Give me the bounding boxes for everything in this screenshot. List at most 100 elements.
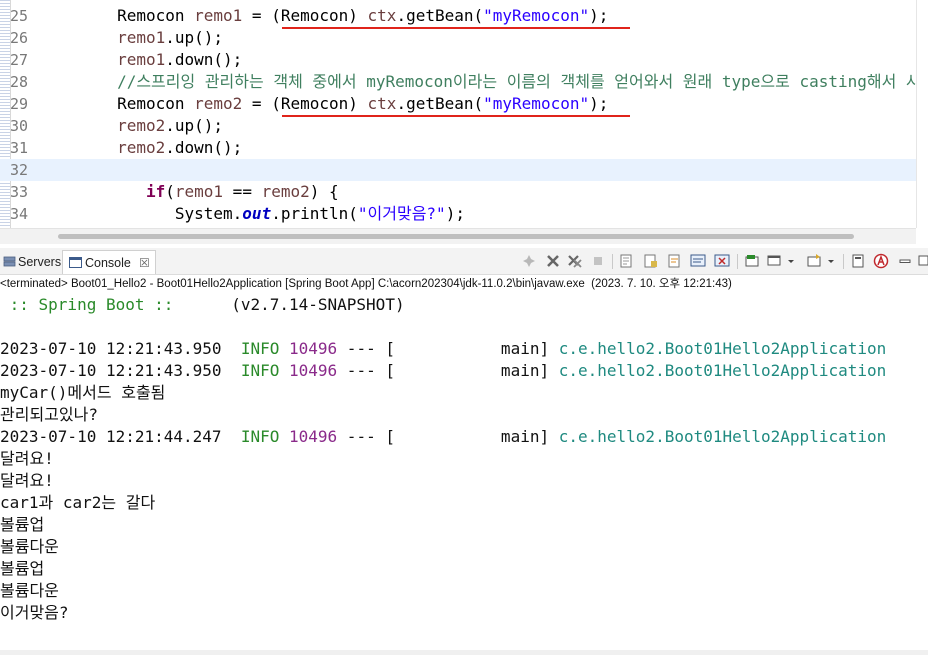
console-token: 볼륨업 [0,515,45,534]
code-text: remo1.up(); [40,27,223,49]
close-icon[interactable]: ☒ [139,251,150,275]
code-line[interactable]: 29 Remocon remo2 = (Remocon) ctx.getBean… [0,93,916,115]
show-on-output-icon[interactable] [690,253,706,269]
console-token: 관리되고있나? [0,405,98,424]
scroll-lock-icon[interactable] [643,253,659,269]
code-token: = (Remocon) [242,94,368,113]
editor-vertical-scrollbar[interactable] [916,0,928,228]
code-line[interactable]: 25 Remocon remo1 = (Remocon) ctx.getBean… [0,5,916,27]
console-token: myCar()메서드 호출됨 [0,383,166,402]
line-number: 29 [10,95,29,113]
console-token: 달려요! [0,449,54,468]
code-token: .getBean( [396,94,484,113]
code-token: Remocon [40,6,195,25]
code-text: remo1.down(); [40,49,242,71]
console-line: 볼륨업 [0,514,44,536]
console-line: 볼륨업 [0,558,44,580]
console-token: 10496 [289,361,338,380]
code-line[interactable]: 31 remo2.down(); [0,137,916,159]
code-line[interactable]: 32 [0,159,916,181]
code-line[interactable]: 27 remo1.down(); [0,49,916,71]
console-line: :: Spring Boot :: (v2.7.14-SNAPSHOT) [0,294,405,316]
remove-launch-icon[interactable] [545,253,561,269]
annotation-underline-1 [282,27,630,29]
console-line: 달려요! [0,448,54,470]
line-number: 28 [10,73,29,91]
tab-servers-label: Servers [18,255,62,269]
remove-all-terminated-icon[interactable] [567,253,583,269]
code-token: //스프리잉 관리하는 객체 중에서 myRemocon이라는 이름의 객체를 … [40,72,928,91]
console-token: 2023-07-10 12:21:44.247 [0,427,241,446]
console-token: INFO [240,427,280,446]
console-token: c.e.hello2.Boot01Hello2Application [558,427,887,446]
code-text: Remocon remo2 = (Remocon) ctx.getBean("m… [40,93,608,115]
console-token: (v2.7.14-SNAPSHOT) [173,295,405,314]
tab-servers[interactable]: Servers [0,250,62,274]
console-token: 2023-07-10 12:21:43.950 [0,339,241,358]
code-text: remo2.up(); [40,115,223,137]
servers-icon [3,256,16,267]
code-token: = (Remocon) [242,6,368,25]
tab-console[interactable]: Console ☒ [62,250,156,274]
code-line[interactable]: 33 if(remo1 == remo2) { [0,181,916,203]
editor-horizontal-scrollbar[interactable] [0,228,916,244]
show-on-error-icon[interactable] [714,253,730,269]
code-token: remo2 [117,116,166,135]
display-console-icon[interactable] [766,253,782,269]
bottom-edge [0,650,928,655]
chevron-down-icon[interactable] [826,253,836,269]
clear-console-icon[interactable] [619,253,635,269]
minimize-icon[interactable] [897,253,913,269]
console-token: 볼륨업 [0,559,45,578]
code-token: remo2 [117,138,166,157]
code-token: remo2 [261,182,310,201]
code-line[interactable]: 26 remo1.up(); [0,27,916,49]
code-token: ); [445,204,465,223]
code-token: if [145,182,166,201]
code-token: ); [589,6,609,25]
code-editor[interactable]: 25 Remocon remo1 = (Remocon) ctx.getBean… [0,0,928,244]
line-number: 32 [10,161,29,179]
console-token: 2023-07-10 12:21:43.950 [0,361,241,380]
stop-icon[interactable] [590,253,606,269]
console-token: 달려요! [0,471,54,490]
console-token: INFO [240,339,280,358]
console-token: car1과 car2는 갈다 [0,493,156,512]
copy-icon[interactable] [851,253,867,269]
console-view-tabbar: Servers Console ☒ [0,248,928,275]
console-line: 관리되고있나? [0,404,98,426]
code-line[interactable]: 30 remo2.up(); [0,115,916,137]
console-token: INFO [240,361,280,380]
code-text: //스프리잉 관리하는 객체 중에서 myRemocon이라는 이름의 객체를 … [40,71,928,93]
terminate-icon[interactable] [521,253,537,269]
code-token: "myRemocon" [483,94,590,113]
tab-console-label: Console [85,256,131,270]
console-output[interactable]: :: Spring Boot :: (v2.7.14-SNAPSHOT)2023… [0,294,928,655]
code-token: .down(); [165,50,243,69]
pin-console-icon[interactable] [744,253,760,269]
console-token: 이거맞음? [0,603,69,622]
console-token [279,361,289,380]
console-line: 이거맞음? [0,602,69,624]
code-token: ctx [367,94,397,113]
console-token: :: Spring Boot :: [0,295,174,314]
chevron-down-icon[interactable] [786,253,796,269]
code-token: remo1 [117,28,166,47]
open-console-icon[interactable] [806,253,822,269]
code-line[interactable]: 28 //스프리잉 관리하는 객체 중에서 myRemocon이라는 이름의 객… [0,71,928,93]
console-token [279,427,289,446]
code-line[interactable]: 34 System.out.println("이거맞음?"); [0,203,916,225]
console-token: c.e.hello2.Boot01Hello2Application [558,339,887,358]
word-wrap-icon[interactable] [667,253,683,269]
console-token: 볼륨다운 [0,537,59,556]
maximize-icon[interactable] [918,253,928,269]
code-token: remo1 [174,182,224,201]
code-token: ); [589,94,609,113]
spring-icon[interactable] [873,253,889,269]
line-number: 27 [10,51,29,69]
console-line: 볼륨다운 [0,580,59,602]
horizontal-scroll-thumb[interactable] [58,234,854,239]
line-number: 30 [10,117,29,135]
